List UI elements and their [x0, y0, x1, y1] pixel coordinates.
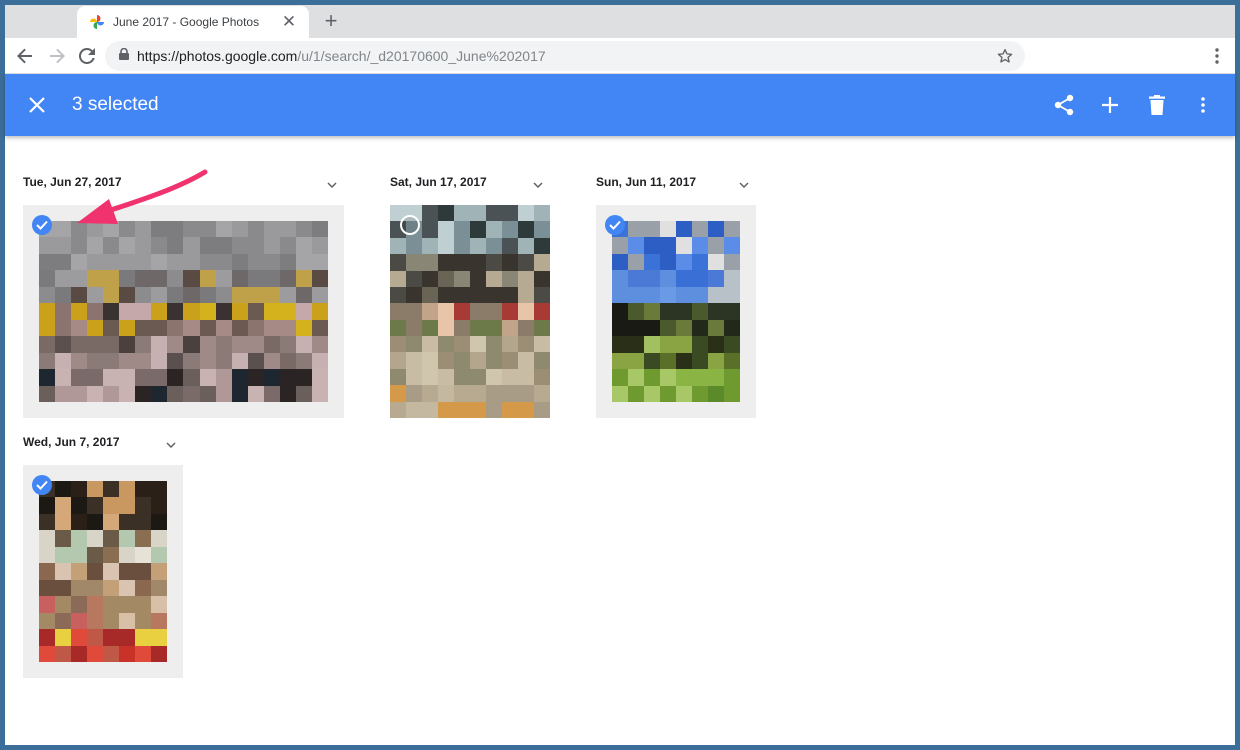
- browser-tab[interactable]: June 2017 - Google Photos ✕: [77, 6, 309, 38]
- reload-icon[interactable]: [75, 44, 99, 68]
- url-host: https://photos.google.com: [137, 48, 298, 64]
- lock-icon: [119, 47, 129, 65]
- tab-title: June 2017 - Google Photos: [113, 15, 260, 29]
- chevron-down-icon[interactable]: [163, 437, 179, 453]
- selected-check-icon[interactable]: [32, 475, 52, 495]
- chevron-down-icon[interactable]: [736, 177, 752, 193]
- back-icon[interactable]: [13, 44, 37, 68]
- close-selection-icon[interactable]: [25, 93, 49, 117]
- photo-tile[interactable]: [23, 465, 183, 678]
- screenshot-frame: June 2017 - Google Photos ✕ + https://ph…: [0, 0, 1240, 750]
- unselected-check-icon[interactable]: [400, 215, 420, 235]
- share-icon[interactable]: [1052, 93, 1076, 117]
- kebab-menu-icon[interactable]: [1205, 44, 1229, 68]
- star-icon[interactable]: [993, 44, 1017, 68]
- photo-tile[interactable]: [596, 205, 756, 418]
- selected-count-label: 3 selected: [72, 94, 159, 115]
- more-icon[interactable]: [1191, 93, 1215, 117]
- photo-thumbnail: [390, 205, 550, 418]
- url-path: /u/1/search/_d20170600_June%202017: [297, 48, 546, 64]
- tab-strip: June 2017 - Google Photos ✕ +: [5, 5, 1235, 38]
- delete-icon[interactable]: [1145, 93, 1169, 117]
- url-text: https://photos.google.com/u/1/search/_d2…: [137, 48, 546, 64]
- photo-thumbnail: [39, 481, 167, 662]
- date-label: Wed, Jun 7, 2017: [23, 435, 120, 449]
- selected-check-icon[interactable]: [32, 215, 52, 235]
- photo-thumbnail: [39, 221, 328, 402]
- date-label: Sat, Jun 17, 2017: [390, 175, 487, 189]
- chevron-down-icon[interactable]: [530, 177, 546, 193]
- add-icon[interactable]: [1098, 93, 1122, 117]
- chevron-down-icon[interactable]: [324, 177, 340, 193]
- photo-tile[interactable]: [23, 205, 344, 418]
- date-label: Sun, Jun 11, 2017: [596, 175, 697, 189]
- address-bar[interactable]: https://photos.google.com/u/1/search/_d2…: [105, 41, 1025, 71]
- google-photos-favicon-icon: [89, 14, 105, 30]
- forward-icon[interactable]: [45, 44, 69, 68]
- photo-thumbnail: [612, 221, 740, 402]
- photo-tile[interactable]: [390, 205, 550, 418]
- close-tab-icon[interactable]: ✕: [277, 10, 301, 34]
- new-tab-icon[interactable]: +: [319, 8, 343, 33]
- browser-toolbar: https://photos.google.com/u/1/search/_d2…: [5, 38, 1235, 74]
- selected-check-icon[interactable]: [605, 215, 625, 235]
- date-label: Tue, Jun 27, 2017: [23, 175, 122, 189]
- selection-app-bar: 3 selected: [5, 74, 1235, 136]
